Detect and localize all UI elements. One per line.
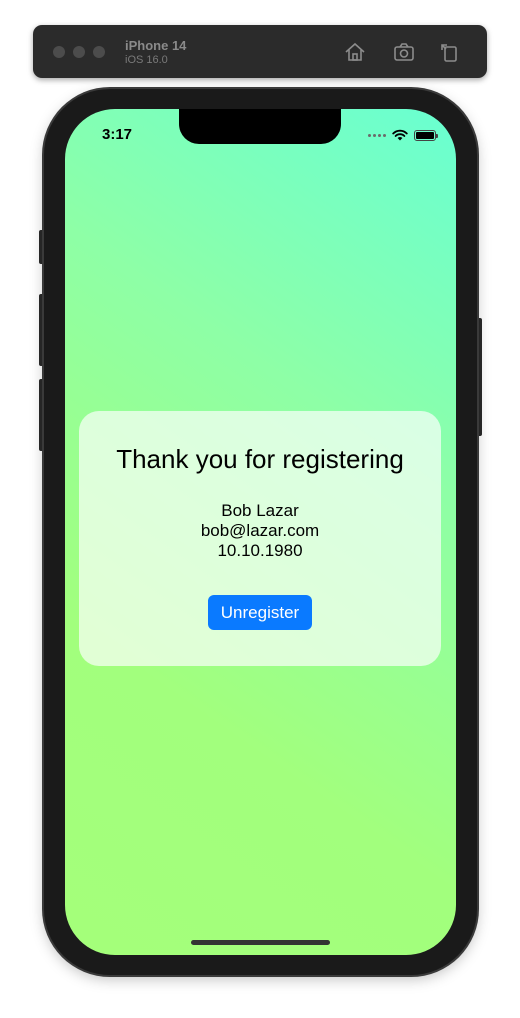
status-icons (368, 128, 438, 142)
rotate-icon[interactable] (437, 39, 463, 65)
device-os-version: iOS 16.0 (125, 54, 168, 66)
wifi-icon (392, 129, 408, 141)
home-icon[interactable] (342, 39, 368, 65)
close-window-button[interactable] (53, 46, 65, 58)
confirmation-title: Thank you for registering (116, 444, 404, 474)
signal-dots-icon (368, 133, 386, 137)
status-time: 3:17 (102, 126, 133, 143)
user-birthdate: 10.10.1980 (217, 541, 303, 560)
registration-card: Thank you for registering Bob Lazar bob@… (79, 411, 441, 666)
user-name: Bob Lazar (221, 501, 299, 520)
home-indicator[interactable] (191, 940, 330, 945)
unregister-button[interactable]: Unregister (208, 595, 312, 630)
minimize-window-button[interactable] (73, 46, 85, 58)
user-email: bob@lazar.com (200, 521, 320, 540)
battery-icon (414, 129, 438, 141)
screenshot-icon[interactable] (391, 39, 417, 65)
zoom-window-button[interactable] (93, 46, 105, 58)
notch (179, 109, 341, 144)
simulator-toolbar: iPhone 14 iOS 16.0 (33, 25, 487, 78)
device-screen: 3:17 Thank you for registering Bob Lazar… (65, 109, 456, 955)
device-name: iPhone 14 (125, 38, 187, 53)
